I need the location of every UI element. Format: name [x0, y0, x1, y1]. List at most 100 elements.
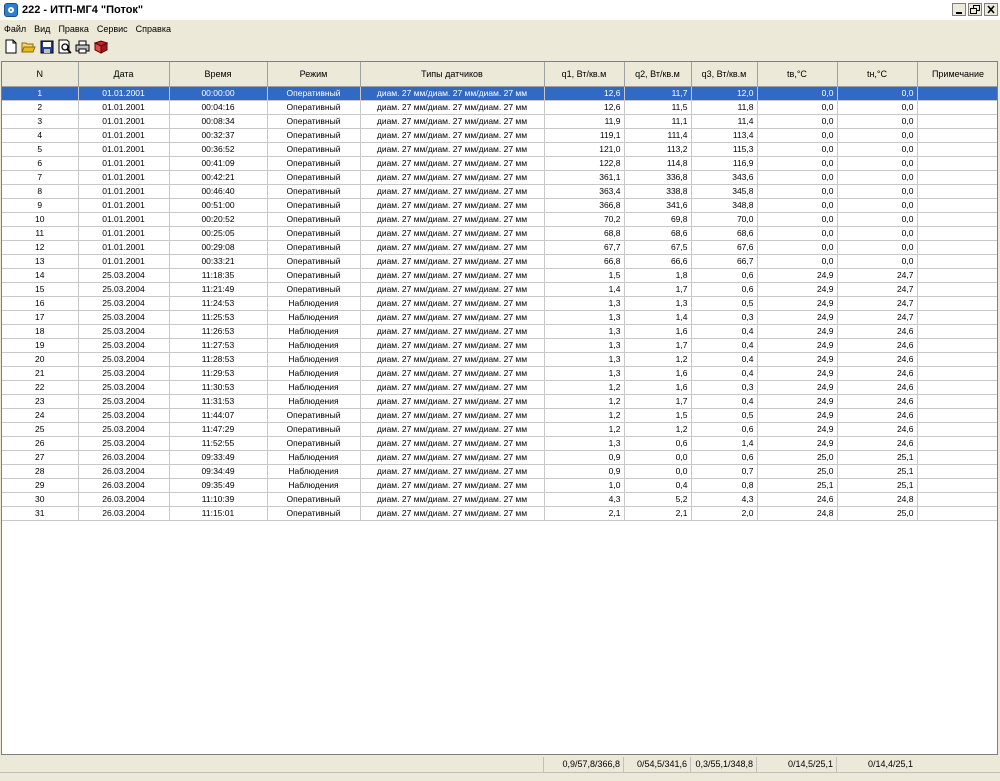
cell-q2: 338,8	[624, 184, 692, 199]
cell-q2: 1,6	[624, 324, 692, 339]
table-row[interactable]: 10 01.01.2001 00:20:52 Оперативный диам. 27 …	[2, 212, 997, 227]
cell-time: 11:44:07	[169, 408, 268, 423]
cell-q1: 70,2	[544, 212, 625, 227]
cell-note	[917, 268, 997, 283]
column-header-note[interactable]: Примечание	[917, 62, 997, 87]
table-row[interactable]: 14 25.03.2004 11:18:35 Оперативный диам. 27 …	[2, 268, 997, 283]
table-row[interactable]: 26 25.03.2004 11:52:55 Оперативный диам. 27 …	[2, 436, 997, 451]
cell-tv: 24,6	[757, 492, 838, 507]
table-row[interactable]: 18 25.03.2004 11:26:53 Наблюдения диам. 27 м…	[2, 324, 997, 339]
column-header-date[interactable]: Дата	[78, 62, 170, 87]
table-row[interactable]: 17 25.03.2004 11:25:53 Наблюдения диам. 27 м…	[2, 310, 997, 325]
cell-n: 12	[2, 240, 79, 255]
table-row[interactable]: 23 25.03.2004 11:31:53 Наблюдения диам. 27 м…	[2, 394, 997, 409]
cell-tv: 25,1	[757, 478, 838, 493]
table-row[interactable]: 20 25.03.2004 11:28:53 Наблюдения диам. 27 м…	[2, 352, 997, 367]
menu-view[interactable]: Вид	[30, 24, 54, 34]
cell-note	[917, 226, 997, 241]
table-row[interactable]: 29 26.03.2004 09:35:49 Наблюдения диам. 27 м…	[2, 478, 997, 493]
print-preview-button[interactable]	[56, 38, 73, 55]
cell-sensor-types: диам. 27 мм/диам. 27 мм/диам. 27 мм	[360, 142, 545, 157]
cell-mode: Оперативный	[267, 240, 361, 255]
cell-q3: 67,6	[691, 240, 758, 255]
print-button[interactable]	[74, 38, 91, 55]
column-header-n[interactable]: N	[2, 62, 79, 87]
table-row[interactable]: 11 01.01.2001 00:25:05 Оперативный диам. 27 …	[2, 226, 997, 241]
cell-sensor-types: диам. 27 мм/диам. 27 мм/диам. 27 мм	[360, 240, 545, 255]
cell-date: 01.01.2001	[78, 128, 170, 143]
cell-n: 2	[2, 100, 79, 115]
table-row[interactable]: 28 26.03.2004 09:34:49 Наблюдения диам. 27 м…	[2, 464, 997, 479]
table-row[interactable]: 2 01.01.2001 00:04:16 Оперативный диам. 27 м…	[2, 100, 997, 115]
column-header-tv[interactable]: tв,°C	[757, 62, 838, 87]
cell-time: 11:15:01	[169, 506, 268, 521]
restore-icon	[970, 5, 980, 14]
close-button[interactable]	[984, 3, 998, 16]
table-row[interactable]: 3 01.01.2001 00:08:34 Оперативный диам. 27 м…	[2, 114, 997, 129]
column-header-q1[interactable]: q1, Вт/кв.м	[544, 62, 625, 87]
menu-edit[interactable]: Правка	[54, 24, 92, 34]
table-header-row: N Дата Время Режим Типы датчиков q1, Вт/…	[2, 62, 997, 87]
column-header-mode[interactable]: Режим	[267, 62, 361, 87]
cell-q3: 0,6	[691, 422, 758, 437]
table-row[interactable]: 8 01.01.2001 00:46:40 Оперативный диам. 27 м…	[2, 184, 997, 199]
menu-help[interactable]: Справка	[132, 24, 175, 34]
column-header-tn[interactable]: tн,°C	[837, 62, 918, 87]
table-row[interactable]: 22 25.03.2004 11:30:53 Наблюдения диам. 27 м…	[2, 380, 997, 395]
cell-date: 25.03.2004	[78, 422, 170, 437]
cell-sensor-types: диам. 27 мм/диам. 27 мм/диам. 27 мм	[360, 170, 545, 185]
cell-note	[917, 254, 997, 269]
restore-button[interactable]	[968, 3, 982, 16]
table-row[interactable]: 5 01.01.2001 00:36:52 Оперативный диам. 27 м…	[2, 142, 997, 157]
cell-date: 26.03.2004	[78, 492, 170, 507]
table-row[interactable]: 7 01.01.2001 00:42:21 Оперативный диам. 27 м…	[2, 170, 997, 185]
table-row[interactable]: 25 25.03.2004 11:47:29 Оперативный диам. 27 …	[2, 422, 997, 437]
cell-date: 25.03.2004	[78, 324, 170, 339]
table-row[interactable]: 13 01.01.2001 00:33:21 Оперативный диам. 27 …	[2, 254, 997, 269]
cell-sensor-types: диам. 27 мм/диам. 27 мм/диам. 27 мм	[360, 212, 545, 227]
table-row[interactable]: 24 25.03.2004 11:44:07 Оперативный диам. 27 …	[2, 408, 997, 423]
cell-sensor-types: диам. 27 мм/диам. 27 мм/диам. 27 мм	[360, 366, 545, 381]
column-header-q3[interactable]: q3, Вт/кв.м	[691, 62, 758, 87]
open-button[interactable]	[20, 38, 37, 55]
app-icon[interactable]	[4, 3, 18, 17]
column-header-q2[interactable]: q2, Вт/кв.м	[624, 62, 692, 87]
cell-date: 01.01.2001	[78, 142, 170, 157]
column-header-sensor-types[interactable]: Типы датчиков	[360, 62, 545, 87]
cell-mode: Оперативный	[267, 128, 361, 143]
cell-date: 25.03.2004	[78, 366, 170, 381]
minimize-button[interactable]	[952, 3, 966, 16]
cell-sensor-types: диам. 27 мм/диам. 27 мм/диам. 27 мм	[360, 268, 545, 283]
cell-q3: 4,3	[691, 492, 758, 507]
cell-date: 26.03.2004	[78, 464, 170, 479]
table-row[interactable]: 30 26.03.2004 11:10:39 Оперативный диам. 27 …	[2, 492, 997, 507]
cell-time: 11:10:39	[169, 492, 268, 507]
table-row[interactable]: 1 01.01.2001 00:00:00 Оперативный диам. 27 м…	[2, 86, 997, 101]
new-button[interactable]	[2, 38, 19, 55]
cell-q3: 0,6	[691, 282, 758, 297]
column-header-time[interactable]: Время	[169, 62, 268, 87]
cell-q3: 0,3	[691, 380, 758, 395]
save-button[interactable]	[38, 38, 55, 55]
menu-file[interactable]: Файл	[0, 24, 30, 34]
table-row[interactable]: 9 01.01.2001 00:51:00 Оперативный диам. 27 м…	[2, 198, 997, 213]
table-row[interactable]: 16 25.03.2004 11:24:53 Наблюдения диам. 27 м…	[2, 296, 997, 311]
table-row[interactable]: 4 01.01.2001 00:32:37 Оперативный диам. 27 м…	[2, 128, 997, 143]
cell-q2: 341,6	[624, 198, 692, 213]
cell-time: 00:46:40	[169, 184, 268, 199]
table-row[interactable]: 19 25.03.2004 11:27:53 Наблюдения диам. 27 м…	[2, 338, 997, 353]
help-button[interactable]	[92, 38, 109, 55]
cell-note	[917, 366, 997, 381]
cell-time: 11:25:53	[169, 310, 268, 325]
table-row[interactable]: 21 25.03.2004 11:29:53 Наблюдения диам. 27 м…	[2, 366, 997, 381]
data-grid[interactable]: N Дата Время Режим Типы датчиков q1, Вт/…	[1, 61, 998, 755]
table-row[interactable]: 12 01.01.2001 00:29:08 Оперативный диам. 27 …	[2, 240, 997, 255]
cell-tv: 0,0	[757, 86, 838, 101]
cell-tn: 0,0	[837, 240, 918, 255]
table-row[interactable]: 31 26.03.2004 11:15:01 Оперативный диам. 27 …	[2, 506, 997, 521]
menu-service[interactable]: Сервис	[93, 24, 132, 34]
table-row[interactable]: 15 25.03.2004 11:21:49 Оперативный диам. 27 …	[2, 282, 997, 297]
table-row[interactable]: 6 01.01.2001 00:41:09 Оперативный диам. 27 м…	[2, 156, 997, 171]
table-row[interactable]: 27 26.03.2004 09:33:49 Наблюдения диам. 27 м…	[2, 450, 997, 465]
cell-q2: 5,2	[624, 492, 692, 507]
